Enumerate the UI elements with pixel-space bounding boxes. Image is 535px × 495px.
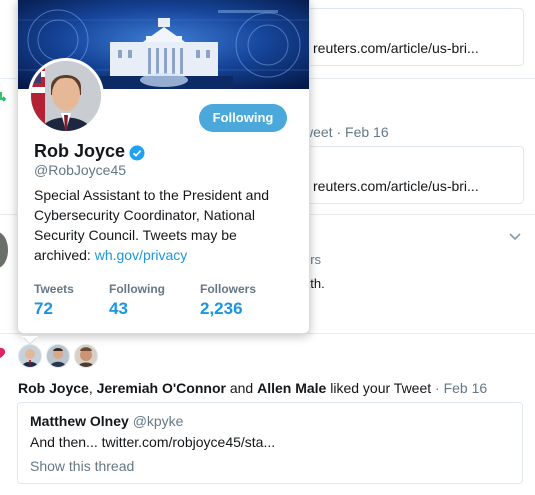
and-text: and: [229, 380, 254, 396]
retweet-icon: [0, 90, 12, 104]
quoted-tweet-header: Matthew Olney @kpyke: [30, 413, 183, 429]
bio-link[interactable]: wh.gov/privacy: [95, 247, 188, 263]
quoted-author: Matthew Olney: [30, 413, 129, 429]
popup-caret: [20, 332, 40, 345]
link-card-top[interactable]: reuters.com/article/us-bri...: [296, 8, 524, 66]
stat-tweets-value[interactable]: 72: [34, 299, 53, 319]
liker-name[interactable]: Jeremiah O'Connor: [97, 380, 226, 396]
like-notification-text: Rob Joyce, Jeremiah O'Connor and Allen M…: [18, 380, 487, 396]
stat-following-label[interactable]: Following: [109, 282, 165, 296]
profile-bio: Special Assistant to the President and C…: [34, 185, 296, 265]
chevron-down-icon[interactable]: [508, 229, 522, 241]
link-card-url: reuters.com/article/us-bri...: [313, 178, 479, 194]
avatar[interactable]: [0, 232, 8, 268]
profile-handle[interactable]: @RobJoyce45: [34, 162, 126, 178]
liker-avatar[interactable]: [46, 344, 70, 368]
liker-avatar[interactable]: [18, 344, 42, 368]
stat-following-value[interactable]: 43: [109, 299, 128, 319]
action-text: liked your Tweet: [330, 380, 432, 396]
liker-name[interactable]: Allen Male: [257, 380, 326, 396]
retweet-meta: weet · Feb 16: [303, 124, 389, 140]
profile-hover-card: Following Rob Joyce @RobJoyce45 Special …: [17, 0, 310, 334]
notification-time: · Feb 16: [435, 380, 488, 396]
separator: ,: [88, 380, 93, 396]
verified-badge-icon: [129, 145, 145, 161]
link-card-second[interactable]: reuters.com/article/us-bri...: [296, 146, 524, 204]
show-thread-link[interactable]: Show this thread: [30, 458, 134, 474]
liker-name[interactable]: Rob Joyce: [18, 380, 89, 396]
heart-icon: [0, 347, 10, 361]
quoted-tweet-text: And then... twitter.com/robjoyce45/sta..…: [30, 434, 276, 450]
stat-tweets-label[interactable]: Tweets: [34, 282, 74, 296]
stat-followers-label[interactable]: Followers: [200, 282, 256, 296]
link-card-url: reuters.com/article/us-bri...: [313, 40, 479, 56]
quoted-tweet-card[interactable]: Matthew Olney @kpyke And then... twitter…: [17, 402, 523, 484]
liker-avatar[interactable]: [74, 344, 98, 368]
following-button[interactable]: Following: [199, 104, 287, 132]
profile-name[interactable]: Rob Joyce: [34, 141, 125, 162]
stat-followers-value[interactable]: 2,236: [200, 299, 243, 319]
quoted-handle: @kpyke: [132, 413, 184, 429]
avatar[interactable]: [28, 58, 104, 134]
